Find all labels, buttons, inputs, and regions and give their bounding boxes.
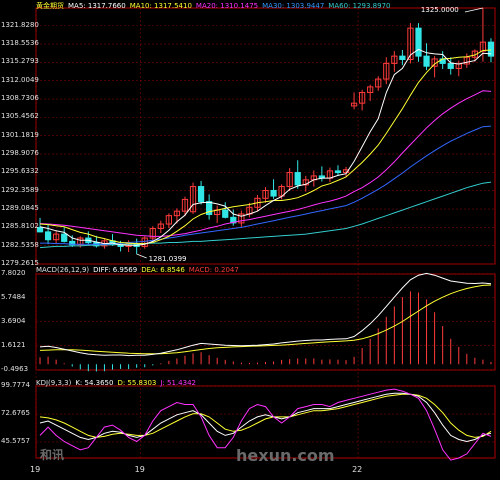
y-tick-label: 99.7774 [1,381,30,390]
candle-body [270,189,277,197]
candle-body [222,209,229,218]
kdj-k-line [39,392,492,443]
diff-legend: DIFF: 6.9569 [93,266,138,274]
candle-body [399,55,406,60]
x-tick-label: 22 [352,465,363,474]
candle-body [44,231,52,241]
y-tick-label: 1292.3589 [1,185,39,194]
y-tick-label: 1282.5358 [1,240,39,249]
y-tick-label: 1308.7306 [1,94,39,103]
y-tick-label: -0.4963 [1,365,29,373]
ma10-legend: MA10: 1317.5410 [129,2,192,10]
j-legend: J: 51.4342 [160,379,196,387]
y-tick-label: 1315.2793 [1,57,39,66]
y-tick-label: 5.7484 [1,292,26,301]
instrument-label: 黄金期货 [36,2,64,10]
ma20-line [39,90,492,237]
ma5-legend: MA5: 1317.7660 [68,2,126,10]
candle-body [197,186,205,203]
macd-value-legend: MACD: 0.2047 [188,266,239,274]
y-tick-label: 72.6765 [1,409,30,418]
ma30-line [40,125,492,245]
ma10-line [39,49,492,245]
y-tick-label: 1301.1819 [1,130,39,139]
price-legend: 黄金期货 MA5: 1317.7660 MA10: 1317.5410 MA20: 1… [36,2,394,11]
kdj-legend: KDJ(9,3,3) K: 54.3650 D: 55.8303 J: 51.4342 [36,379,200,388]
y-tick-label: 1289.0845 [1,204,39,213]
y-tick-label: 45.5757 [1,436,30,445]
y-tick-label: 1279.2615 [1,259,39,267]
max-annotation: 1325.0000 [421,6,459,14]
k-legend: K: 54.3650 [75,379,114,387]
watermark-brand: 和讯 [40,448,65,462]
kdj-d-line [39,393,492,438]
y-tick-label: 1305.4562 [1,112,39,121]
annotation-pointer [464,7,484,13]
diff-line [39,272,492,357]
candle-body [334,170,342,174]
kdj-title: KDJ(9,3,3) [36,379,72,387]
y-tick-label: 7.8020 [1,269,26,277]
annotation-pointer [136,253,147,259]
y-tick-label: 1312.0049 [1,75,39,84]
y-tick-label: 1285.8102 [1,222,39,231]
ma20-legend: MA20: 1310.1475 [195,2,259,10]
min-annotation: 1281.0399 [149,255,187,263]
d-legend: D: 55.8303 [117,379,157,387]
ma30-legend: MA30: 1303.9447 [262,2,325,10]
x-tick-label: 19 [134,465,145,474]
dea-line [39,284,492,355]
macd-legend: MACD(26,12,9) DIFF: 6.9569 DEA: 6.8546 MACD… [36,266,243,275]
macd-title: MACD(26,12,9) [36,266,90,274]
chart-svg: 1325.0000 1281.0399 [35,6,496,461]
dea-legend: DEA: 6.8546 [141,266,185,274]
y-tick-label: 1295.6332 [1,167,39,176]
candle-body [61,233,68,242]
candle-body [447,62,454,69]
candle-body [294,172,301,186]
chart-root: 1325.0000 1281.0399 黄金期货 MA5: 1317.7660 MA1… [0,0,500,476]
candle-body [415,27,422,57]
watermark-url: hexun.com [236,446,335,465]
y-tick-label: 1318.5536 [1,39,39,48]
y-tick-label: 1.6121 [1,340,26,349]
y-tick-label: 1298.9076 [1,149,39,158]
y-tick-label: 3.6904 [1,316,26,325]
ma60-legend: MA60: 1293.8970 [328,2,391,10]
candle-body [423,55,430,67]
x-tick-label: 19 [30,465,41,474]
y-tick-label: 1321.8280 [1,20,39,29]
